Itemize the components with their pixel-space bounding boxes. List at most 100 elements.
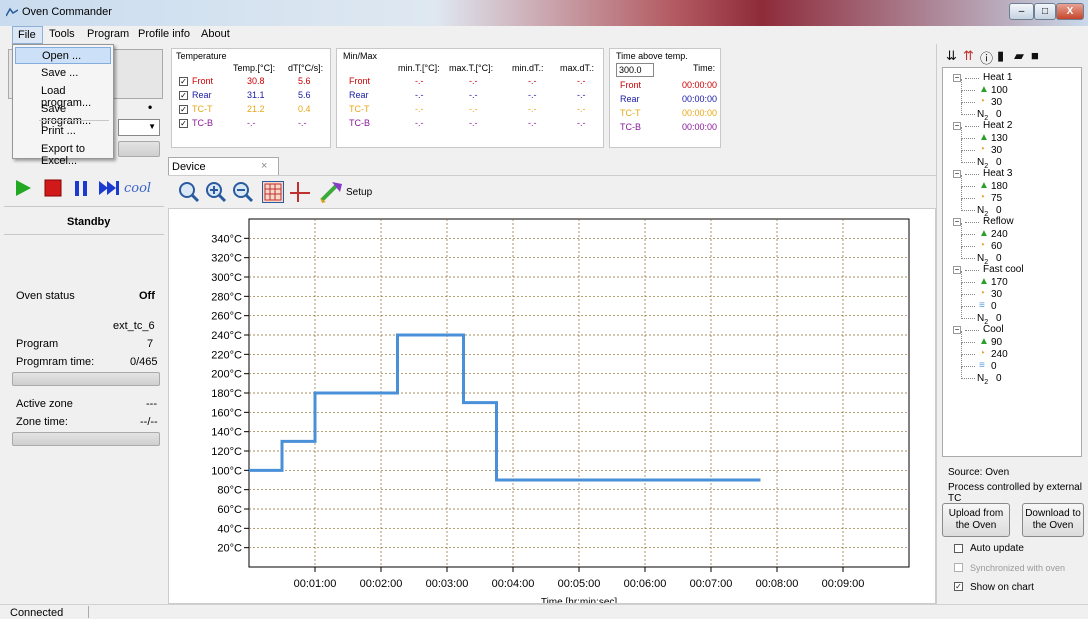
program-combo[interactable]: ▼ [118, 119, 160, 136]
profile-name: ext_tc_6 [113, 320, 155, 332]
collapse-toggle-icon[interactable]: − [953, 122, 961, 130]
tree-leaf[interactable]: ▲ 130 [943, 127, 1081, 145]
menu-load-program[interactable]: Load program... [15, 83, 111, 109]
tree-leaf[interactable]: ◔ 240 [943, 343, 1081, 361]
tree-node[interactable]: − Heat 1 [943, 72, 1081, 85]
zoom-fit-icon[interactable] [178, 181, 200, 203]
play-icon[interactable] [14, 178, 32, 198]
clock-icon: ◔ [979, 192, 986, 203]
tree-leaf[interactable]: N2 0 [943, 367, 1081, 386]
auto-update-checkbox[interactable] [954, 544, 963, 553]
tree-node[interactable]: − Heat 2 [943, 120, 1081, 133]
tree-leaf[interactable]: ◔ 75 [943, 187, 1081, 205]
tree-connector [965, 222, 979, 223]
tree-leaf[interactable]: ◔ 60 [943, 235, 1081, 253]
tree-node[interactable]: − Heat 3 [943, 168, 1081, 181]
sensor-temp: -.- [247, 118, 256, 128]
tree-leaf[interactable]: ≡ 0 [943, 295, 1081, 313]
sort-down-icon[interactable]: ⇊ [946, 48, 957, 64]
sensor-dt: -.- [298, 118, 307, 128]
menu-save-program[interactable]: Save program... [15, 101, 111, 127]
collapse-toggle-icon[interactable]: − [953, 326, 961, 334]
tree-leaf[interactable]: ◔ 30 [943, 91, 1081, 109]
skip-forward-icon[interactable] [98, 178, 120, 198]
sensor-checkbox[interactable]: ✓ [179, 105, 188, 114]
tree-connector [961, 102, 975, 103]
tree-leaf[interactable]: ▲ 90 [943, 331, 1081, 349]
upload-from-oven-button[interactable]: Upload from the Oven [942, 503, 1010, 537]
status-text: Standby [67, 216, 111, 228]
menu-profile-info[interactable]: Profile info [138, 28, 190, 40]
show-on-chart-label: Show on chart [970, 582, 1034, 593]
download-to-oven-button[interactable]: Download to the Oven [1022, 503, 1084, 537]
tree-leaf[interactable]: ▲ 170 [943, 271, 1081, 289]
time-above-input[interactable]: 300.0 [616, 63, 654, 77]
show-on-chart-checkbox[interactable]: ✓ [954, 582, 963, 591]
maximize-button[interactable]: □ [1034, 3, 1056, 20]
new-file-icon[interactable]: ▮ [997, 48, 1004, 64]
tree-leaf[interactable]: ▲ 180 [943, 175, 1081, 193]
open-folder-icon[interactable]: ▰ [1014, 48, 1024, 64]
minmax-value: -.- [577, 90, 586, 100]
minmax-panel: Min/Max min.T.[°C]: max.T.[°C]: min.dT.:… [336, 48, 604, 148]
menu-print[interactable]: Print ... [15, 123, 111, 140]
temp-value: 90 [991, 337, 1003, 348]
collapse-toggle-icon[interactable]: − [953, 74, 961, 82]
cool-button[interactable]: cool [124, 181, 151, 196]
n2-value: 0 [996, 373, 1002, 384]
tree-leaf[interactable]: ≡ 0 [943, 355, 1081, 373]
info-icon[interactable]: ⓘ [980, 48, 993, 67]
tree-node[interactable]: − Reflow [943, 216, 1081, 229]
menu-export-excel[interactable]: Export to Excel... [15, 141, 111, 167]
zoom-in-icon[interactable] [205, 181, 227, 203]
minimize-button[interactable]: – [1009, 3, 1034, 20]
setup-label[interactable]: Setup [346, 187, 372, 198]
collapse-toggle-icon[interactable]: − [953, 266, 961, 274]
zoom-out-icon[interactable] [232, 181, 254, 203]
menu-separator [39, 120, 109, 121]
tree-node[interactable]: − Cool [943, 324, 1081, 337]
close-button[interactable]: X [1056, 3, 1084, 20]
sort-up-icon[interactable]: ⇈ [963, 48, 974, 64]
left-top-button[interactable] [118, 141, 160, 157]
stop-icon[interactable] [44, 178, 62, 198]
x-tick-label: 00:01:00 [294, 578, 337, 590]
save-icon[interactable]: ■ [1031, 48, 1039, 63]
collapse-toggle-icon[interactable]: − [953, 218, 961, 226]
collapse-toggle-icon[interactable]: − [953, 170, 961, 178]
tree-connector [961, 234, 975, 235]
menu-file[interactable]: File [12, 26, 43, 44]
sensor-checkbox[interactable]: ✓ [179, 77, 188, 86]
tab-close-icon[interactable]: × [261, 160, 267, 172]
sensor-checkbox[interactable]: ✓ [179, 91, 188, 100]
menu-tools[interactable]: Tools [49, 28, 75, 40]
tree-leaf[interactable]: ◔ 30 [943, 283, 1081, 301]
process-text: Process controlled by external TC [948, 482, 1082, 504]
fan-icon: ≡ [979, 300, 985, 311]
tree-node[interactable]: − Fast cool [943, 264, 1081, 277]
crosshair-icon[interactable] [289, 181, 311, 203]
temperature-title: Temperature [176, 51, 227, 61]
sensor-checkbox[interactable]: ✓ [179, 119, 188, 128]
menu-about[interactable]: About [201, 28, 230, 40]
temp-value: 100 [991, 85, 1008, 96]
tree-leaf[interactable]: ◔ 30 [943, 139, 1081, 157]
menu-open[interactable]: Open ... [15, 47, 111, 64]
zone-time-value: --/-- [140, 416, 158, 428]
thermometer-icon: ▲ [979, 132, 989, 143]
setup-icon[interactable] [318, 180, 344, 204]
status-divider [88, 606, 89, 618]
n2-value: 0 [996, 253, 1002, 264]
tree-node-name: Heat 1 [983, 72, 1013, 83]
tree-leaf[interactable]: N2 0 [943, 307, 1081, 326]
pause-icon[interactable] [72, 178, 90, 198]
menu-program[interactable]: Program [87, 28, 129, 40]
minmax-value: -.- [469, 118, 478, 128]
menu-save[interactable]: Save ... [15, 65, 111, 82]
tab-device[interactable]: Device × [168, 157, 279, 175]
time-value: 00:00:00 [682, 80, 718, 90]
tree-connector [961, 198, 975, 199]
tree-leaf[interactable]: ▲ 100 [943, 79, 1081, 97]
tree-leaf[interactable]: ▲ 240 [943, 223, 1081, 241]
grid-toggle-icon[interactable] [262, 181, 284, 203]
